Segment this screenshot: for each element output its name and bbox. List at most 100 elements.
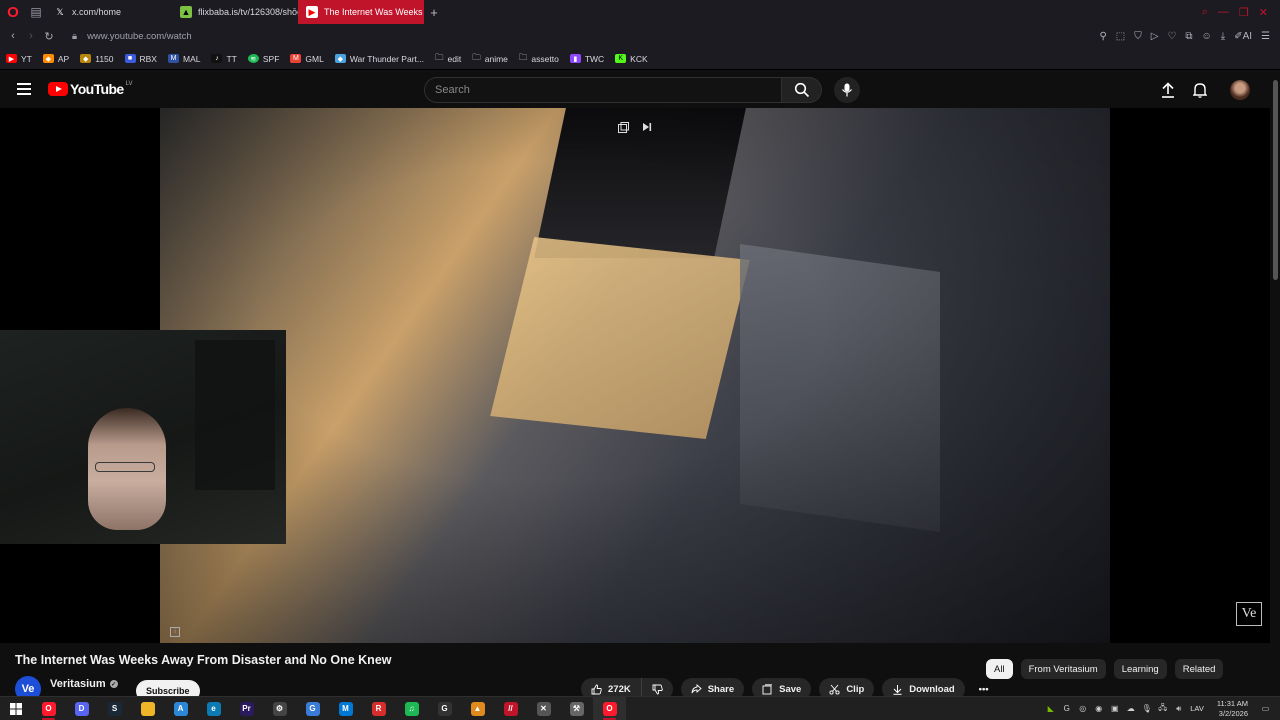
- tray-steam-icon[interactable]: ◉: [1094, 704, 1103, 713]
- chip-related[interactable]: Related: [1174, 659, 1224, 679]
- chip-learning[interactable]: Learning: [1113, 659, 1167, 679]
- taskbar-app-app-red[interactable]: R: [362, 697, 395, 720]
- close-button[interactable]: ✕: [1259, 6, 1268, 19]
- youtube-play-icon: [48, 82, 68, 96]
- next-video-button[interactable]: [640, 120, 654, 134]
- heart-icon[interactable]: ♡: [1167, 31, 1176, 42]
- profile-icon[interactable]: ☺: [1202, 31, 1212, 42]
- taskbar-app-app-stripes[interactable]: //: [494, 697, 527, 720]
- search-input[interactable]: [424, 77, 781, 103]
- taskbar-app-steam[interactable]: S: [98, 697, 131, 720]
- bookmark-war-thunder[interactable]: ◆ War Thunder Part...: [334, 54, 424, 64]
- bookmark-yt[interactable]: ▶ YT: [6, 54, 32, 64]
- opera-menu-icon[interactable]: O: [0, 0, 26, 24]
- guide-menu-icon[interactable]: [17, 83, 31, 95]
- shield-icon[interactable]: ⛉: [1134, 31, 1142, 42]
- taskbar-app-premiere[interactable]: Pr: [230, 697, 263, 720]
- scrollbar-thumb[interactable]: [1273, 80, 1278, 280]
- url-field[interactable]: 🔒︎ www.youtube.com/watch: [72, 31, 192, 42]
- start-button[interactable]: [0, 697, 32, 720]
- download-icon[interactable]: ⤓: [1221, 31, 1225, 42]
- bookmark-folder-edit[interactable]: 🗀︎ edit: [435, 52, 461, 66]
- download-icon: [893, 684, 902, 695]
- taskbar-app-app-store[interactable]: M: [329, 697, 362, 720]
- bookmark-mal[interactable]: M MAL: [167, 54, 200, 64]
- taskbar-app-app-gear[interactable]: ⚙: [263, 697, 296, 720]
- taskbar-app-app-g[interactable]: G: [428, 697, 461, 720]
- search-tabs-icon[interactable]: ⌕: [1202, 6, 1208, 19]
- tab-x-home[interactable]: 𝕏 x.com/home: [46, 0, 172, 24]
- scissors-icon: [829, 684, 840, 695]
- bookmark-folder-assetto[interactable]: 🗀︎ assetto: [519, 52, 559, 66]
- taskbar-app-app-orange[interactable]: ▲: [461, 697, 494, 720]
- extensions-icon[interactable]: ⧉: [1185, 31, 1192, 42]
- taskbar-app-spotify[interactable]: ♫: [395, 697, 428, 720]
- account-avatar[interactable]: [1230, 80, 1250, 100]
- minimize-button[interactable]: —: [1218, 6, 1229, 19]
- tray-g-icon[interactable]: G: [1062, 704, 1071, 713]
- tab-youtube-video[interactable]: ▶ The Internet Was Weeks Away From Disas…: [298, 0, 424, 24]
- maximize-button[interactable]: ❐: [1239, 6, 1249, 19]
- player-icon[interactable]: ▷: [1151, 31, 1159, 42]
- new-tab-button[interactable]: +: [424, 0, 444, 24]
- bookmark-twc[interactable]: ▮ TWC: [569, 54, 604, 64]
- bookmark-folder-anime[interactable]: 🗀︎ anime: [472, 52, 508, 66]
- page-scrollbar[interactable]: [1270, 70, 1280, 696]
- bookmark-ap[interactable]: ◆ AP: [42, 54, 69, 64]
- app-g-icon: G: [437, 701, 452, 716]
- bookmark-gml[interactable]: M GML: [290, 54, 324, 64]
- language-indicator[interactable]: LAV: [1190, 704, 1204, 713]
- taskbar-app-opera-gx[interactable]: O: [32, 697, 65, 720]
- back-button[interactable]: ‹: [4, 30, 22, 42]
- bookmark-spf[interactable]: ≋ SPF: [247, 54, 279, 64]
- search-button[interactable]: [781, 77, 822, 103]
- bookmark-rbx[interactable]: ■ RBX: [124, 54, 157, 64]
- bookmark-kck[interactable]: K KCK: [615, 54, 648, 64]
- channel-name[interactable]: Veritasium: [50, 678, 106, 690]
- bookmark-tt[interactable]: ♪ TT: [211, 53, 237, 64]
- create-upload-button[interactable]: [1158, 80, 1178, 100]
- video-frame[interactable]: [160, 108, 1110, 643]
- reload-button[interactable]: ↻: [40, 30, 58, 43]
- tab-flixbaba[interactable]: ▲ flixbaba.is/tv/126308/shōgun: [172, 0, 298, 24]
- chip-from-veritasium[interactable]: From Veritasium: [1020, 659, 1106, 679]
- taskbar-app-app-x[interactable]: ✕: [527, 697, 560, 720]
- bookmark-label: TT: [226, 53, 237, 64]
- ai-button[interactable]: ✐AI: [1234, 31, 1252, 42]
- mal-icon: M: [167, 54, 179, 63]
- tray-cloud-icon[interactable]: ☁: [1126, 704, 1135, 713]
- network-icon[interactable]: 🖧︎: [1158, 703, 1167, 713]
- taskbar-app-discord[interactable]: D: [65, 697, 98, 720]
- app-globe-icon: G: [305, 701, 320, 716]
- notification-center-icon[interactable]: ▭: [1261, 704, 1270, 713]
- taskbar-app-app-tool[interactable]: ⚒: [560, 697, 593, 720]
- voice-search-button[interactable]: [834, 77, 860, 103]
- chip-all[interactable]: All: [986, 659, 1013, 679]
- taskbar-app-file-explorer[interactable]: [131, 697, 164, 720]
- bookmark-1150[interactable]: ◆ 1150: [80, 54, 114, 64]
- player-info-icon[interactable]: i: [170, 627, 180, 637]
- discord-icon: D: [74, 701, 89, 716]
- taskbar-app-app-opera-window[interactable]: O: [593, 696, 626, 720]
- miniplayer-button[interactable]: [616, 120, 630, 134]
- nvidia-icon[interactable]: ◣: [1046, 704, 1055, 713]
- clock[interactable]: 11:31 AM 3/2/2026: [1217, 699, 1248, 719]
- bookmark-icon[interactable]: ⚲: [1099, 31, 1106, 42]
- menu-icon[interactable]: ☰: [1261, 31, 1270, 42]
- volume-icon[interactable]: 🔊︎: [1174, 704, 1183, 713]
- taskbar-app-app-edge[interactable]: e: [197, 697, 230, 720]
- taskbar-app-app-blue[interactable]: A: [164, 697, 197, 720]
- taskbar-app-app-globe[interactable]: G: [296, 697, 329, 720]
- window-controls: ⌕ — ❐ ✕: [1202, 6, 1280, 19]
- tray-opera-icon[interactable]: ◎: [1078, 704, 1087, 713]
- notifications-button[interactable]: [1190, 80, 1210, 100]
- microphone-icon[interactable]: 🎙︎: [1142, 704, 1152, 713]
- youtube-logo[interactable]: YouTube LV: [48, 81, 133, 97]
- snapshot-icon[interactable]: ⬚: [1116, 31, 1125, 42]
- tray-app-icon[interactable]: ▣: [1110, 704, 1119, 713]
- forward-button[interactable]: ›: [22, 30, 40, 42]
- tab-island-icon[interactable]: ▤: [26, 0, 46, 24]
- channel-watermark[interactable]: Ve: [1236, 602, 1262, 626]
- app-red-icon: R: [371, 701, 386, 716]
- youtube-icon: ▶: [306, 6, 318, 18]
